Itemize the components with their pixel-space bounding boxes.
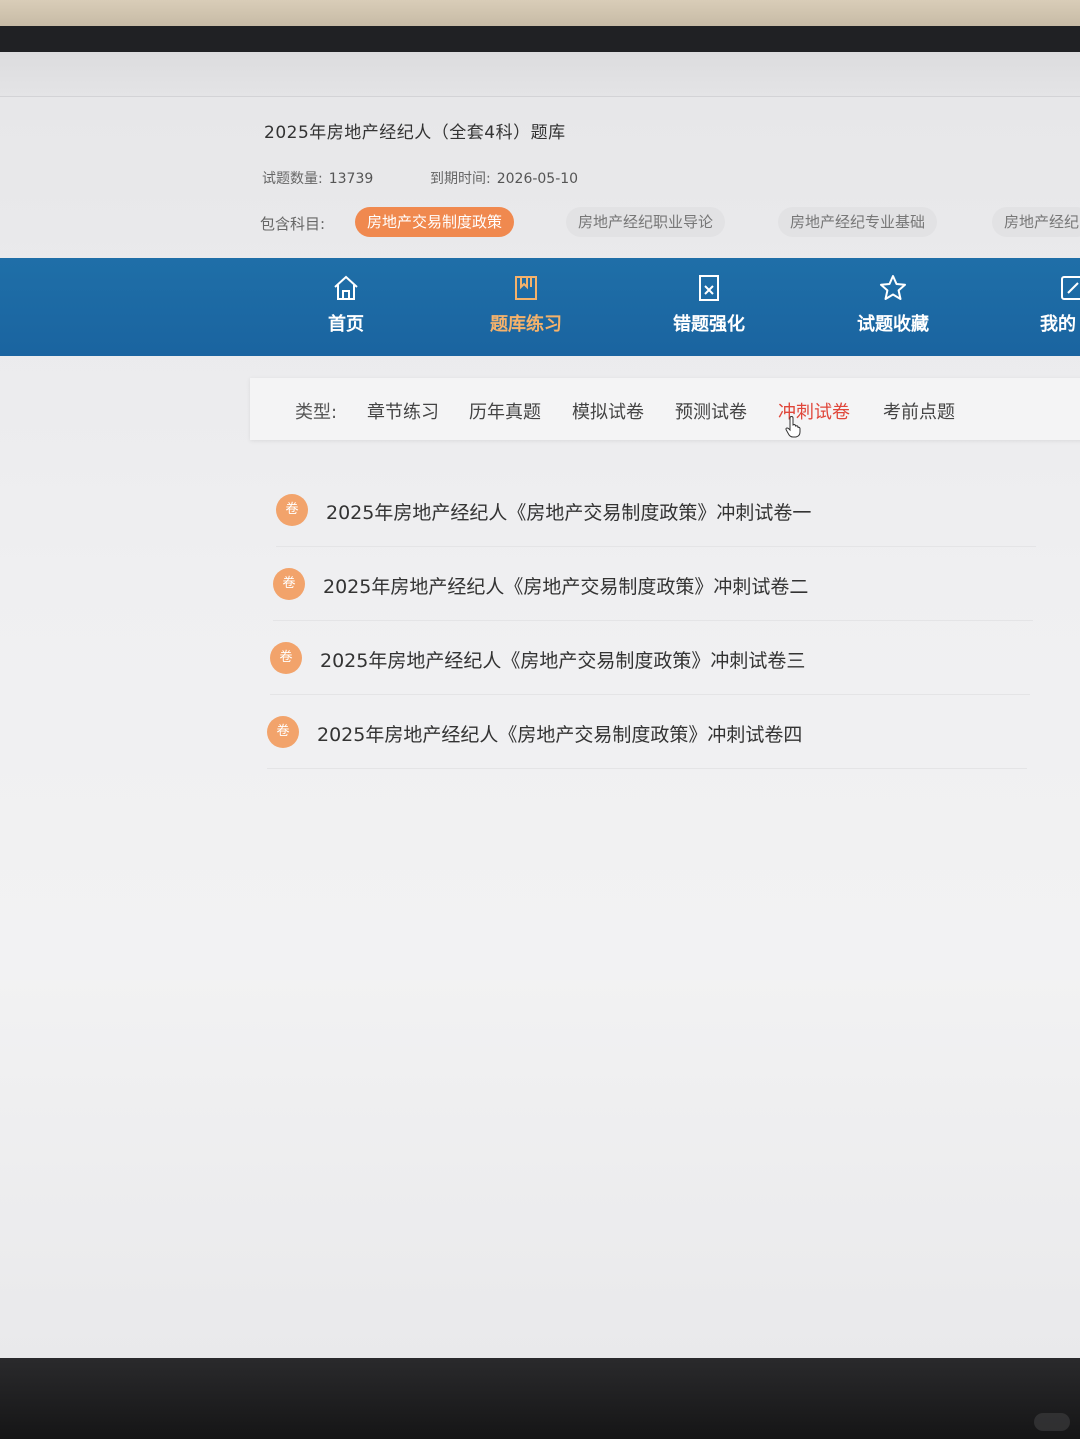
type-label: 类型: — [295, 402, 338, 423]
hand-cursor-icon — [785, 416, 801, 438]
subject-chip-4[interactable]: 房地产经纪 — [992, 207, 1080, 237]
expire-date-value: 2026-05-10 — [496, 171, 579, 187]
nav-question-bank[interactable]: 题库练习 — [456, 258, 596, 356]
subject-chip-career-intro[interactable]: 房地产经纪职业导论 — [566, 207, 726, 237]
nav-favorites-label: 试题收藏 — [857, 314, 929, 335]
nav-wrong-questions-label: 错题强化 — [673, 314, 745, 335]
nav-mine[interactable]: 我的 — [1000, 258, 1080, 356]
paper-badge-icon: 卷 — [270, 642, 302, 674]
paper-title[interactable]: 2025年房地产经纪人《房地产交易制度政策》冲刺试卷一 — [326, 498, 811, 525]
subjects-label: 包含科目: — [260, 215, 326, 233]
screen: 2025年房地产经纪人（全套4科）题库 试题数量: 13739 到期时间: 2026… — [0, 52, 1080, 1358]
nav-home-label: 首页 — [328, 314, 364, 335]
paper-title[interactable]: 2025年房地产经纪人《房地产交易制度政策》冲刺试卷三 — [320, 646, 805, 673]
wrong-question-icon — [699, 275, 719, 301]
star-icon — [880, 275, 906, 300]
book-icon — [515, 276, 537, 300]
question-count-label: 试题数量: — [262, 171, 323, 187]
paper-item[interactable]: 卷 2025年房地产经纪人《房地产交易制度政策》冲刺试卷二 — [273, 548, 1053, 621]
paper-item[interactable]: 卷 2025年房地产经纪人《房地产交易制度政策》冲刺试卷一 — [276, 474, 1056, 547]
paper-badge-icon: 卷 — [267, 716, 299, 748]
divider — [276, 546, 1036, 547]
type-chapter-practice[interactable]: 章节练习 — [367, 398, 439, 424]
nav-favorites[interactable]: 试题收藏 — [823, 258, 963, 356]
type-filter-bar: 类型: 章节练习 历年真题 模拟试卷 预测试卷 冲刺试卷 考前点题 — [250, 378, 1080, 440]
nav-mine-label: 我的 — [1040, 314, 1076, 335]
type-past-exams[interactable]: 历年真题 — [469, 398, 541, 424]
nav-wrong-questions[interactable]: 错题强化 — [639, 258, 779, 356]
paper-item[interactable]: 卷 2025年房地产经纪人《房地产交易制度政策》冲刺试卷三 — [270, 622, 1050, 695]
divider — [267, 768, 1027, 769]
divider — [270, 694, 1030, 695]
home-icon — [334, 275, 358, 300]
question-count-value: 13739 — [328, 171, 374, 187]
paper-badge-icon: 卷 — [273, 568, 305, 600]
type-mock-papers[interactable]: 模拟试卷 — [572, 398, 644, 424]
watermark — [1034, 1413, 1070, 1431]
main-nav: 首页 题库练习 错题强化 试题收藏 我的 — [0, 258, 1080, 356]
question-count: 试题数量: 13739 — [262, 168, 373, 188]
monitor-bezel-top — [0, 26, 1080, 52]
paper-title[interactable]: 2025年房地产经纪人《房地产交易制度政策》冲刺试卷二 — [323, 572, 808, 599]
course-title: 2025年房地产经纪人（全套4科）题库 — [264, 123, 566, 143]
type-key-points[interactable]: 考前点题 — [883, 398, 955, 424]
paper-badge-icon: 卷 — [276, 494, 308, 526]
expire-label: 到期时间: — [430, 171, 491, 187]
paper-title[interactable]: 2025年房地产经纪人《房地产交易制度政策》冲刺试卷四 — [317, 720, 802, 747]
background-wall — [0, 0, 1080, 26]
type-forecast-papers[interactable]: 预测试卷 — [675, 398, 747, 424]
subject-chip-transaction-policy[interactable]: 房地产交易制度政策 — [355, 207, 515, 237]
subject-chip-professional-basics[interactable]: 房地产经纪专业基础 — [778, 207, 938, 237]
divider — [273, 620, 1033, 621]
monitor-bezel-bottom — [0, 1358, 1080, 1439]
nav-question-bank-label: 题库练习 — [490, 314, 562, 335]
paper-item[interactable]: 卷 2025年房地产经纪人《房地产交易制度政策》冲刺试卷四 — [267, 696, 1047, 769]
nav-home[interactable]: 首页 — [276, 258, 416, 356]
edit-icon — [1061, 276, 1080, 300]
browser-top-strip — [0, 52, 1080, 97]
expire-date: 到期时间: 2026-05-10 — [430, 168, 578, 188]
